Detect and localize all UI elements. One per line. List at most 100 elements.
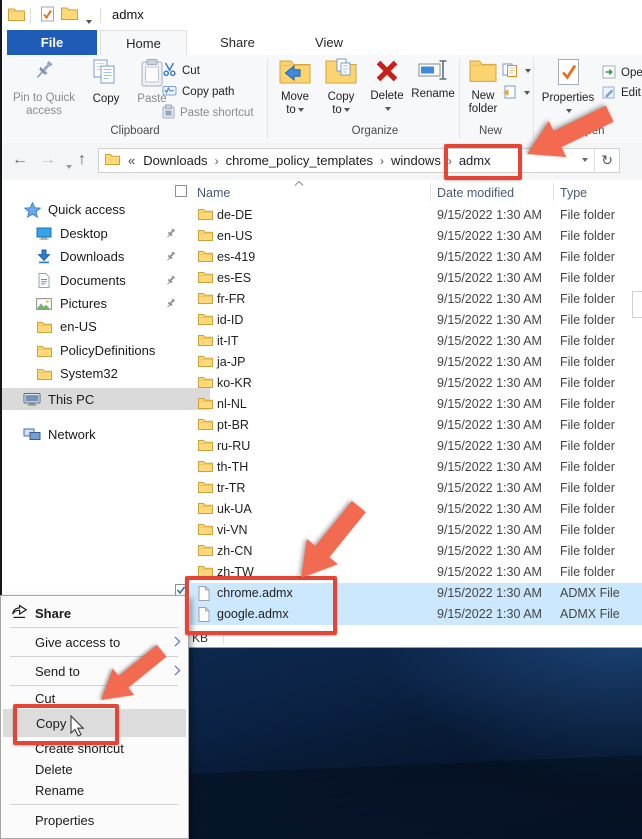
file-row-zh-CN[interactable]: zh-CN9/15/2022 1:30 AMFile folder — [190, 541, 642, 562]
select-all-checkbox[interactable] — [175, 185, 187, 197]
ribbon-cut-button[interactable]: Cut — [162, 62, 200, 80]
qat-newfolder-button[interactable] — [61, 6, 78, 25]
copy-icon — [84, 58, 128, 91]
file-row-id-ID[interactable]: id-ID9/15/2022 1:30 AMFile folder — [190, 310, 642, 331]
back-button[interactable]: ← — [12, 151, 28, 169]
breadcrumb-prefix[interactable]: « — [125, 153, 138, 168]
folder-icon — [198, 544, 213, 559]
sidebar-item-en-us[interactable]: en-US — [0, 316, 222, 337]
breadcrumb-segment-Downloads[interactable]: Downloads — [138, 153, 212, 168]
tab-home[interactable]: Home — [100, 30, 187, 55]
column-separator-2[interactable] — [553, 183, 554, 201]
ribbon-edit-button[interactable]: Edit — [602, 84, 642, 102]
file-row-ru-RU[interactable]: ru-RU9/15/2022 1:30 AMFile folder — [190, 436, 642, 457]
column-type[interactable]: Type — [560, 186, 587, 200]
menu-separator — [10, 685, 178, 686]
star-icon — [22, 202, 42, 218]
new-folder-button[interactable]: New folder — [462, 58, 504, 116]
menu-item-share[interactable]: Share — [2, 601, 187, 625]
file-name: fr-FR — [217, 292, 245, 306]
sidebar-item-pictures[interactable]: Pictures — [0, 293, 222, 314]
sidebar-item-label: Network — [48, 427, 96, 442]
menu-item-give-access-to[interactable]: Give access to — [2, 630, 187, 654]
breadcrumb-segment-chrome_policy_templates[interactable]: chrome_policy_templates — [221, 153, 378, 168]
move-to-label2: to — [286, 104, 296, 116]
group-label-organize: Organize — [330, 125, 420, 137]
copy-to-button[interactable]: Copy to — [318, 58, 364, 117]
refresh-icon[interactable]: ↻ — [594, 149, 619, 172]
file-date: 9/15/2022 1:30 AM — [437, 460, 542, 474]
properties-button[interactable]: Properties — [538, 58, 598, 118]
delete-icon — [364, 58, 410, 88]
sidebar-item-desktop[interactable]: Desktop — [0, 223, 222, 244]
recent-locations-caret[interactable] — [64, 158, 72, 176]
column-date-modified[interactable]: Date modified — [437, 186, 514, 200]
easy-access-button[interactable] — [502, 84, 530, 102]
file-row-uk-UA[interactable]: uk-UA9/15/2022 1:30 AMFile folder — [190, 499, 642, 520]
ribbon: Pin to Quick access Copy Paste Cut Copy … — [0, 55, 642, 144]
menu-item-send-to[interactable]: Send to — [2, 659, 187, 683]
tab-file[interactable]: File — [7, 30, 97, 55]
file-row-tr-TR[interactable]: tr-TR9/15/2022 1:30 AMFile folder — [190, 478, 642, 499]
pin-to-quick-access-button[interactable]: Pin to Quick access — [6, 58, 82, 118]
folder-icon — [34, 321, 54, 333]
menu-item-rename[interactable]: Rename — [2, 780, 187, 801]
file-row-en-US[interactable]: en-US9/15/2022 1:30 AMFile folder — [190, 226, 642, 247]
submenu-arrow-icon — [174, 635, 181, 650]
file-date: 9/15/2022 1:30 AM — [437, 586, 542, 600]
address-bar: ← → ↑ « Downloads›chrome_policy_template… — [0, 143, 642, 180]
column-separator[interactable] — [430, 183, 431, 201]
file-row-vi-VN[interactable]: vi-VN9/15/2022 1:30 AMFile folder — [190, 520, 642, 541]
file-row-th-TH[interactable]: th-TH9/15/2022 1:30 AMFile folder — [190, 457, 642, 478]
file-date: 9/15/2022 1:30 AM — [437, 544, 542, 558]
breadcrumb-chevron-icon[interactable]: › — [213, 154, 221, 168]
sidebar-item-policydefinitions[interactable]: PolicyDefinitions — [0, 340, 222, 361]
sidebar-item-downloads[interactable]: Downloads — [0, 246, 222, 267]
breadcrumb-chevron-icon[interactable]: › — [378, 154, 386, 168]
sidebar-item-this-pc[interactable]: This PC — [0, 388, 210, 410]
qat-customize-caret[interactable] — [84, 13, 92, 31]
forward-button[interactable]: → — [40, 151, 56, 169]
breadcrumb[interactable]: « Downloads›chrome_policy_templates›wind… — [98, 148, 620, 173]
folder-icon — [198, 418, 213, 433]
ribbon-copy-path-button[interactable]: Copy path — [162, 83, 234, 101]
new-folder-icon — [462, 58, 504, 88]
sidebar-item-documents[interactable]: Documents — [0, 270, 222, 291]
delete-button[interactable]: Delete — [364, 58, 410, 116]
file-row-nl-NL[interactable]: nl-NL9/15/2022 1:30 AMFile folder — [190, 394, 642, 415]
easy-access-icon — [502, 85, 517, 102]
address-dropdown-caret[interactable] — [574, 152, 594, 170]
sidebar-item-quick-access[interactable]: Quick access — [0, 199, 210, 220]
ribbon-paste-shortcut-label: Paste shortcut — [180, 107, 254, 119]
sidebar-item-network[interactable]: Network — [0, 424, 210, 445]
ribbon-copy-button[interactable]: Copy — [84, 58, 128, 106]
rename-button[interactable]: Rename — [408, 58, 458, 101]
column-name[interactable]: Name — [197, 186, 230, 200]
tab-share[interactable]: Share — [190, 30, 285, 55]
file-row-fr-FR[interactable]: fr-FR9/15/2022 1:30 AMFile folder — [190, 289, 642, 310]
move-to-button[interactable]: Move to — [272, 58, 318, 117]
menu-item-delete[interactable]: Delete — [2, 759, 187, 780]
ribbon-paste-shortcut-button[interactable]: Paste shortcut — [162, 104, 254, 122]
up-button[interactable]: ↑ — [78, 151, 86, 169]
file-row-ja-JP[interactable]: ja-JP9/15/2022 1:30 AMFile folder — [190, 352, 642, 373]
file-type: File folder — [560, 481, 615, 495]
file-row-es-419[interactable]: es-4199/15/2022 1:30 AMFile folder — [190, 247, 642, 268]
file-row-pt-BR[interactable]: pt-BR9/15/2022 1:30 AMFile folder — [190, 415, 642, 436]
file-row-ko-KR[interactable]: ko-KR9/15/2022 1:30 AMFile folder — [190, 373, 642, 394]
breadcrumb-segment-windows[interactable]: windows — [386, 153, 446, 168]
file-row-de-DE[interactable]: de-DE9/15/2022 1:30 AMFile folder — [190, 205, 642, 226]
qat-properties-button[interactable] — [40, 6, 55, 27]
menu-item-properties[interactable]: Properties — [2, 808, 187, 832]
window-title: admx — [112, 7, 144, 22]
sidebar-item-system32[interactable]: System32 — [0, 363, 222, 384]
new-item-button[interactable] — [502, 62, 531, 80]
annotation-box-admx-files — [185, 576, 337, 635]
file-name: ko-KR — [217, 376, 252, 390]
tab-view[interactable]: View — [288, 30, 370, 55]
file-row-it-IT[interactable]: it-IT9/15/2022 1:30 AMFile folder — [190, 331, 642, 352]
new-folder-label: New — [471, 90, 494, 102]
documents-icon — [34, 273, 54, 288]
ribbon-open-button[interactable]: Open — [602, 64, 642, 82]
file-row-es-ES[interactable]: es-ES9/15/2022 1:30 AMFile folder — [190, 268, 642, 289]
